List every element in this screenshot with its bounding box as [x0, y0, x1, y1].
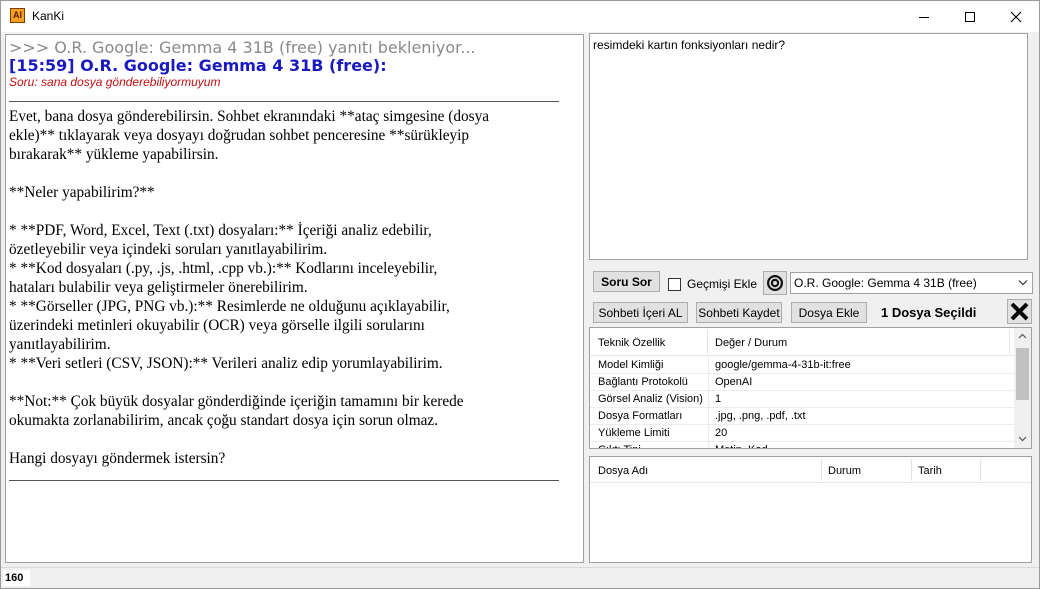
spec-row[interactable]: Model Kimliği google/gemma-4-31b-it:free — [590, 357, 1014, 374]
openai-logo-icon — [767, 275, 783, 291]
app-logo-icon: AI — [10, 8, 25, 23]
spec-feature-cell: Yükleme Limiti — [598, 427, 670, 439]
app-window: AI KanKi >>> O.R. Google: Gemma 4 31B (f… — [0, 0, 1040, 589]
history-label: Geçmişi Ekle — [687, 277, 758, 291]
cell-separator — [708, 374, 709, 391]
history-checkbox-group[interactable]: Geçmişi Ekle — [668, 277, 757, 291]
maximize-button[interactable] — [947, 1, 993, 32]
minimize-button[interactable] — [901, 1, 947, 32]
spec-value-cell: .jpg, .png, .pdf, .txt — [715, 410, 806, 422]
model-dropdown[interactable]: O.R. Google: Gemma 4 31B (free) — [790, 272, 1033, 294]
x-mark-icon — [1010, 302, 1029, 321]
spec-table-header: Teknik Özellik Değer / Durum — [590, 328, 1014, 356]
cell-separator — [708, 391, 709, 408]
chevron-down-icon — [1018, 280, 1028, 286]
file-selected-label: 1 Dosya Seçildi — [881, 305, 977, 320]
cell-separator — [708, 408, 709, 425]
files-table[interactable]: Dosya Adı Durum Tarih — [589, 456, 1032, 563]
spec-value-cell: 1 — [715, 393, 722, 405]
char-count: 160 — [3, 570, 30, 586]
spec-feature-cell: Model Kimliği — [598, 359, 664, 371]
divider-bottom — [9, 480, 559, 481]
spec-header-feature[interactable]: Teknik Özellik — [598, 337, 665, 349]
response-body: Evet, bana dosya gönderebilirsin. Sohbet… — [9, 107, 574, 468]
spec-scrollbar[interactable] — [1014, 328, 1031, 448]
response-header: [15:59] O.R. Google: Gemma 4 31B (free): — [9, 56, 387, 75]
waiting-message: >>> O.R. Google: Gemma 4 31B (free) yanı… — [9, 38, 476, 57]
header-separator — [1009, 330, 1010, 354]
close-button[interactable] — [993, 1, 1039, 32]
spec-header-value[interactable]: Değer / Durum — [715, 337, 787, 349]
response-line: **Not:** Çok büyük dosyalar gönderdiğind… — [9, 393, 464, 410]
openai-logo-button[interactable] — [763, 271, 787, 295]
spec-feature-cell: Çıktı Tipi — [598, 444, 706, 448]
response-line: * **Kod dosyaları (.py, .js, .html, .cpp… — [9, 260, 438, 277]
header-separator — [911, 459, 912, 481]
add-file-button[interactable]: Dosya Ekle — [791, 302, 867, 323]
model-selected-value: O.R. Google: Gemma 4 31B (free) — [794, 276, 977, 290]
header-separator — [980, 459, 981, 481]
import-chat-button[interactable]: Sohbeti İçeri AL — [593, 302, 688, 323]
cell-separator — [708, 357, 709, 374]
history-checkbox[interactable] — [668, 277, 681, 291]
response-line: * **PDF, Word, Excel, Text (.txt) dosyal… — [9, 222, 432, 239]
files-table-header: Dosya Adı Durum Tarih — [590, 457, 1031, 483]
scroll-down-icon[interactable] — [1018, 436, 1027, 442]
response-line: * **Görseller (JPG, PNG vb.):** Resimler… — [9, 298, 450, 315]
response-line: ekle)** tıklayarak veya dosyayı doğrudan… — [9, 127, 470, 144]
question-input[interactable]: resimdeki kartın fonksiyonları nedir? — [589, 33, 1028, 260]
header-separator — [707, 330, 708, 354]
response-line: hataları bulabilir veya geliştirmeler ön… — [9, 279, 308, 296]
cell-separator — [708, 425, 709, 442]
spec-value-cell: Metin, Kod — [715, 444, 1005, 448]
spec-table[interactable]: Teknik Özellik Değer / Durum Model Kimli… — [589, 327, 1032, 449]
response-line: Hangi dosyayı göndermek istersin? — [9, 450, 226, 467]
cell-separator — [708, 442, 709, 448]
response-line: * **Veri setleri (CSV, JSON):** Verileri… — [9, 355, 443, 372]
spec-feature-cell: Dosya Formatları — [598, 410, 683, 422]
close-icon — [1010, 11, 1022, 22]
divider-top — [9, 101, 559, 102]
response-line: **Neler yapabilirim?** — [9, 184, 155, 201]
files-header-status[interactable]: Durum — [828, 465, 861, 477]
question-echo: Soru: sana dosya gönderebiliyormuyum — [9, 75, 221, 89]
spec-value-cell: 20 — [715, 427, 728, 439]
spec-row[interactable]: Dosya Formatları .jpg, .png, .pdf, .txt — [590, 408, 1014, 425]
spec-row[interactable]: Yükleme Limiti 20 — [590, 425, 1014, 442]
response-line: bırakarak** yükleme yapabilirsin. — [9, 146, 219, 163]
chat-output-pane[interactable]: >>> O.R. Google: Gemma 4 31B (free) yanı… — [5, 34, 584, 563]
minimize-icon — [919, 16, 929, 18]
spec-value-cell: google/gemma-4-31b-it:free — [715, 359, 851, 371]
window-title: KanKi — [32, 9, 65, 23]
status-bar: 160 — [1, 567, 1039, 588]
response-line: Evet, bana dosya gönderebilirsin. Sohbet… — [9, 108, 490, 125]
scroll-up-icon[interactable] — [1018, 333, 1027, 339]
response-line: üzerindeki metinleri okuyabilir (OCR) ve… — [9, 317, 425, 334]
title-bar: AI KanKi — [1, 1, 1039, 32]
response-line: özetleyebilir veya içindeki soruları yan… — [9, 241, 328, 258]
maximize-icon — [965, 11, 975, 22]
files-header-name[interactable]: Dosya Adı — [598, 465, 648, 477]
spec-feature-cell: Bağlantı Protokolü — [598, 376, 688, 388]
save-chat-button[interactable]: Sohbeti Kaydet — [696, 302, 782, 323]
spec-feature-cell: Görsel Analiz (Vision) — [598, 393, 703, 405]
spec-value-cell: OpenAI — [715, 376, 753, 388]
spec-row[interactable]: Çıktı Tipi Metin, Kod — [590, 442, 1014, 448]
spec-row[interactable]: Görsel Analiz (Vision) 1 — [590, 391, 1014, 408]
files-header-date[interactable]: Tarih — [918, 465, 942, 477]
response-line: yanıtlayabilirim. — [9, 336, 111, 353]
response-line: okumakta zorlanabilirim, ancak çoğu stan… — [9, 412, 439, 429]
ask-button[interactable]: Soru Sor — [593, 271, 660, 292]
spec-row[interactable]: Bağlantı Protokolü OpenAI — [590, 374, 1014, 391]
header-separator — [821, 459, 822, 481]
clear-files-button[interactable] — [1007, 299, 1032, 324]
scroll-thumb[interactable] — [1016, 348, 1029, 400]
